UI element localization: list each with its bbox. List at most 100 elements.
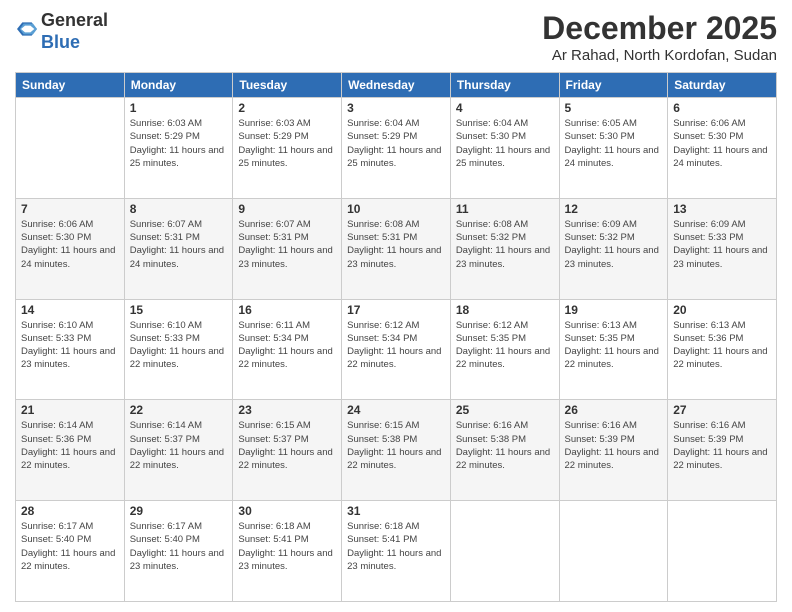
cell-info: Sunrise: 6:17 AM Sunset: 5:40 PM Dayligh… — [21, 520, 119, 573]
table-row: 9Sunrise: 6:07 AM Sunset: 5:31 PM Daylig… — [233, 198, 342, 299]
header-wednesday: Wednesday — [342, 73, 451, 98]
cell-date: 12 — [565, 202, 663, 216]
cell-date: 28 — [21, 504, 119, 518]
table-row: 3 Sunrise: 6:04 AM Sunset: 5:29 PM Daylig… — [342, 98, 451, 199]
cell-date: 26 — [565, 403, 663, 417]
cell-date: 31 — [347, 504, 445, 518]
cell-date: 27 — [673, 403, 771, 417]
cell-info: Sunrise: 6:16 AM Sunset: 5:38 PM Dayligh… — [456, 419, 554, 472]
cell-date: 4 — [456, 101, 554, 115]
table-row: 14Sunrise: 6:10 AM Sunset: 5:33 PM Dayli… — [16, 299, 125, 400]
table-row: 23 Sunrise: 6:15 AM Sunset: 5:37 PM Dayli… — [233, 400, 342, 501]
cell-info: Sunrise: 6:13 AM Sunset: 5:36 PM Dayligh… — [673, 319, 771, 372]
header-thursday: Thursday — [450, 73, 559, 98]
title-block: December 2025 Ar Rahad, North Kordofan, … — [542, 10, 777, 64]
cell-date: 8 — [130, 202, 228, 216]
cell-info: Sunrise: 6:03 AM Sunset: 5:29 PM Dayligh… — [130, 117, 228, 170]
cell-date: 21 — [21, 403, 119, 417]
table-row: 24 Sunrise: 6:15 AM Sunset: 5:38 PM Dayli… — [342, 400, 451, 501]
cell-date: 24 — [347, 403, 445, 417]
table-row: 19 Sunrise: 6:13 AM Sunset: 5:35 PM Dayli… — [559, 299, 668, 400]
table-row: 7 Sunrise: 6:06 AM Sunset: 5:30 PM Daylig… — [16, 198, 125, 299]
cell-date: 2 — [238, 101, 336, 115]
logo-blue: Blue — [41, 32, 80, 52]
table-row: 18Sunrise: 6:12 AM Sunset: 5:35 PM Dayli… — [450, 299, 559, 400]
cell-info: Sunrise: 6:16 AM Sunset: 5:39 PM Dayligh… — [673, 419, 771, 472]
cell-info: Sunrise: 6:14 AM Sunset: 5:37 PM Dayligh… — [130, 419, 228, 472]
cell-info: Sunrise: 6:12 AM Sunset: 5:35 PM Dayligh… — [456, 319, 554, 372]
cell-date: 3 — [347, 101, 445, 115]
cell-info: Sunrise: 6:09 AM Sunset: 5:33 PM Dayligh… — [673, 218, 771, 271]
cell-date: 13 — [673, 202, 771, 216]
table-row: 21 Sunrise: 6:14 AM Sunset: 5:36 PM Dayli… — [16, 400, 125, 501]
cell-date: 17 — [347, 303, 445, 317]
cell-date: 25 — [456, 403, 554, 417]
cell-date: 5 — [565, 101, 663, 115]
table-row: 1Sunrise: 6:03 AM Sunset: 5:29 PM Daylig… — [124, 98, 233, 199]
table-row: 29 Sunrise: 6:17 AM Sunset: 5:40 PM Dayli… — [124, 501, 233, 602]
cell-info: Sunrise: 6:11 AM Sunset: 5:34 PM Dayligh… — [238, 319, 336, 372]
cell-info: Sunrise: 6:17 AM Sunset: 5:40 PM Dayligh… — [130, 520, 228, 573]
cell-info: Sunrise: 6:10 AM Sunset: 5:33 PM Dayligh… — [130, 319, 228, 372]
cell-info: Sunrise: 6:15 AM Sunset: 5:37 PM Dayligh… — [238, 419, 336, 472]
table-row: 12 Sunrise: 6:09 AM Sunset: 5:32 PM Dayli… — [559, 198, 668, 299]
calendar-week-row: 28 Sunrise: 6:17 AM Sunset: 5:40 PM Dayli… — [16, 501, 777, 602]
table-row: 13 Sunrise: 6:09 AM Sunset: 5:33 PM Dayli… — [668, 198, 777, 299]
cell-date: 20 — [673, 303, 771, 317]
cell-info: Sunrise: 6:08 AM Sunset: 5:32 PM Dayligh… — [456, 218, 554, 271]
cell-info: Sunrise: 6:08 AM Sunset: 5:31 PM Dayligh… — [347, 218, 445, 271]
calendar-week-row: 7 Sunrise: 6:06 AM Sunset: 5:30 PM Daylig… — [16, 198, 777, 299]
cell-date: 30 — [238, 504, 336, 518]
cell-info: Sunrise: 6:07 AM Sunset: 5:31 PM Dayligh… — [238, 218, 336, 271]
table-row: 11 Sunrise: 6:08 AM Sunset: 5:32 PM Dayli… — [450, 198, 559, 299]
cell-info: Sunrise: 6:13 AM Sunset: 5:35 PM Dayligh… — [565, 319, 663, 372]
table-row: 26 Sunrise: 6:16 AM Sunset: 5:39 PM Dayli… — [559, 400, 668, 501]
table-row — [16, 98, 125, 199]
logo-icon — [17, 19, 37, 39]
cell-info: Sunrise: 6:10 AM Sunset: 5:33 PM Dayligh… — [21, 319, 119, 372]
cell-date: 15 — [130, 303, 228, 317]
table-row: 20 Sunrise: 6:13 AM Sunset: 5:36 PM Dayli… — [668, 299, 777, 400]
header-monday: Monday — [124, 73, 233, 98]
weekday-header-row: Sunday Monday Tuesday Wednesday Thursday… — [16, 73, 777, 98]
table-row: 28 Sunrise: 6:17 AM Sunset: 5:40 PM Dayli… — [16, 501, 125, 602]
location-title: Ar Rahad, North Kordofan, Sudan — [542, 47, 777, 64]
month-title: December 2025 — [542, 10, 777, 47]
calendar-page: General Blue December 2025 Ar Rahad, Nor… — [0, 0, 792, 612]
cell-info: Sunrise: 6:14 AM Sunset: 5:36 PM Dayligh… — [21, 419, 119, 472]
logo-general: General — [41, 10, 108, 30]
cell-info: Sunrise: 6:09 AM Sunset: 5:32 PM Dayligh… — [565, 218, 663, 271]
cell-date: 11 — [456, 202, 554, 216]
cell-date: 16 — [238, 303, 336, 317]
table-row: 4 Sunrise: 6:04 AM Sunset: 5:30 PM Daylig… — [450, 98, 559, 199]
cell-date: 7 — [21, 202, 119, 216]
cell-date: 19 — [565, 303, 663, 317]
cell-date: 29 — [130, 504, 228, 518]
header-friday: Friday — [559, 73, 668, 98]
header-saturday: Saturday — [668, 73, 777, 98]
table-row: 6Sunrise: 6:06 AM Sunset: 5:30 PM Daylig… — [668, 98, 777, 199]
cell-info: Sunrise: 6:03 AM Sunset: 5:29 PM Dayligh… — [238, 117, 336, 170]
cell-info: Sunrise: 6:15 AM Sunset: 5:38 PM Dayligh… — [347, 419, 445, 472]
cell-date: 23 — [238, 403, 336, 417]
cell-info: Sunrise: 6:05 AM Sunset: 5:30 PM Dayligh… — [565, 117, 663, 170]
calendar-week-row: 1Sunrise: 6:03 AM Sunset: 5:29 PM Daylig… — [16, 98, 777, 199]
table-row: 10Sunrise: 6:08 AM Sunset: 5:31 PM Dayli… — [342, 198, 451, 299]
table-row: 17 Sunrise: 6:12 AM Sunset: 5:34 PM Dayli… — [342, 299, 451, 400]
cell-info: Sunrise: 6:04 AM Sunset: 5:30 PM Dayligh… — [456, 117, 554, 170]
table-row — [668, 501, 777, 602]
table-row: 16 Sunrise: 6:11 AM Sunset: 5:34 PM Dayli… — [233, 299, 342, 400]
logo: General Blue — [15, 10, 108, 53]
cell-info: Sunrise: 6:16 AM Sunset: 5:39 PM Dayligh… — [565, 419, 663, 472]
cell-date: 22 — [130, 403, 228, 417]
table-row: 30Sunrise: 6:18 AM Sunset: 5:41 PM Dayli… — [233, 501, 342, 602]
cell-info: Sunrise: 6:04 AM Sunset: 5:29 PM Dayligh… — [347, 117, 445, 170]
table-row: 25 Sunrise: 6:16 AM Sunset: 5:38 PM Dayli… — [450, 400, 559, 501]
cell-info: Sunrise: 6:18 AM Sunset: 5:41 PM Dayligh… — [347, 520, 445, 573]
cell-info: Sunrise: 6:06 AM Sunset: 5:30 PM Dayligh… — [21, 218, 119, 271]
table-row: 22 Sunrise: 6:14 AM Sunset: 5:37 PM Dayli… — [124, 400, 233, 501]
cell-info: Sunrise: 6:12 AM Sunset: 5:34 PM Dayligh… — [347, 319, 445, 372]
header-tuesday: Tuesday — [233, 73, 342, 98]
cell-info: Sunrise: 6:06 AM Sunset: 5:30 PM Dayligh… — [673, 117, 771, 170]
table-row: 27 Sunrise: 6:16 AM Sunset: 5:39 PM Dayli… — [668, 400, 777, 501]
